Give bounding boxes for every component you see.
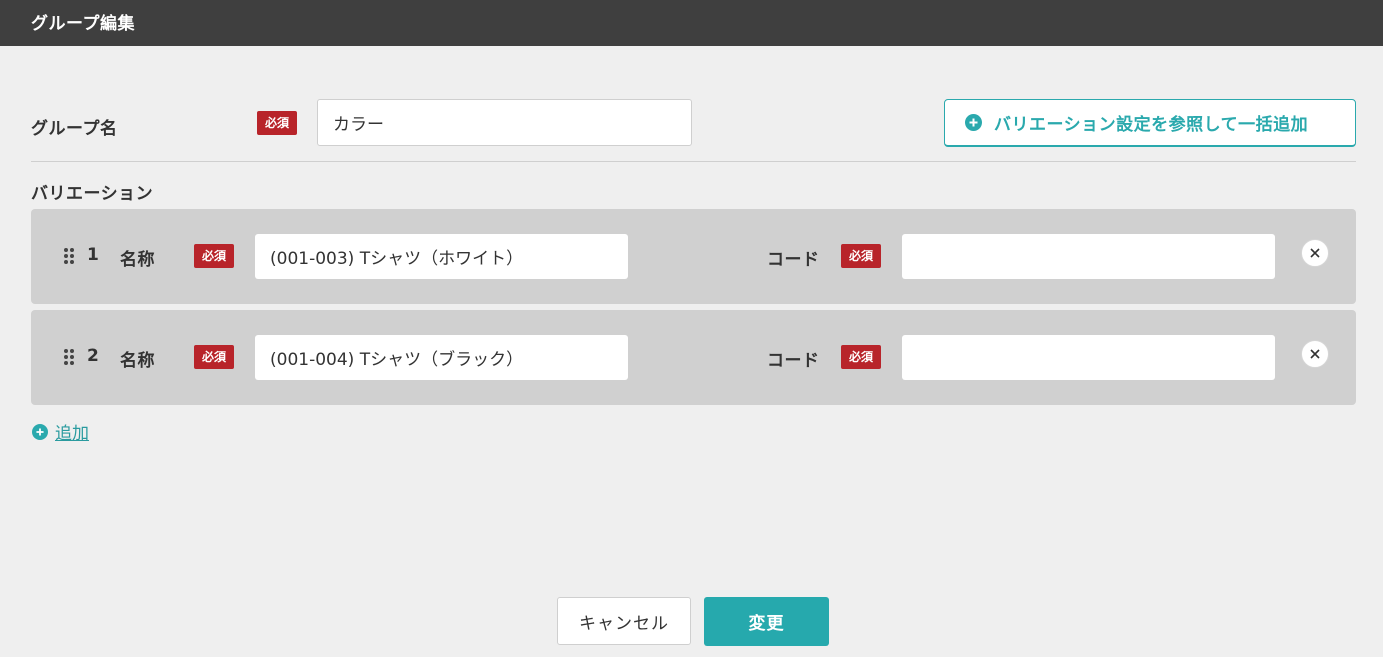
variation-code-input[interactable] [902, 335, 1275, 380]
drag-handle-icon[interactable] [63, 348, 75, 366]
section-divider [31, 161, 1356, 162]
name-label: 名称 [120, 250, 155, 270]
add-variation-label: 追加 [55, 424, 89, 444]
name-label: 名称 [120, 351, 155, 371]
submit-button[interactable]: 変更 [704, 597, 829, 646]
variation-row: 1 名称 必須 (001-003) Tシャツ（ホワイト） コード 必須 [31, 209, 1356, 304]
bulk-add-label: バリエーション設定を参照して一括追加 [994, 115, 1309, 135]
code-label: コード [767, 250, 820, 270]
required-badge: 必須 [194, 345, 234, 369]
group-name-input[interactable]: カラー [317, 99, 692, 146]
required-badge: 必須 [257, 111, 297, 135]
variation-name-input[interactable]: (001-003) Tシャツ（ホワイト） [255, 234, 628, 279]
remove-row-button[interactable] [1301, 239, 1329, 267]
code-label: コード [767, 351, 820, 371]
add-variation-link[interactable]: 追加 [32, 419, 89, 444]
dialog-header: グループ編集 [0, 0, 1383, 46]
row-index: 1 [87, 245, 99, 265]
drag-handle-icon[interactable] [63, 247, 75, 265]
remove-row-button[interactable] [1301, 340, 1329, 368]
required-badge: 必須 [841, 244, 881, 268]
group-name-label: グループ名 [31, 119, 118, 139]
plus-circle-icon [32, 423, 48, 440]
required-badge: 必須 [194, 244, 234, 268]
variation-code-input[interactable] [902, 234, 1275, 279]
close-icon [1310, 349, 1320, 359]
close-icon [1310, 248, 1320, 258]
cancel-button[interactable]: キャンセル [557, 597, 691, 645]
plus-circle-icon [965, 114, 982, 131]
bulk-add-variations-button[interactable]: バリエーション設定を参照して一括追加 [944, 99, 1356, 147]
variation-row: 2 名称 必須 (001-004) Tシャツ（ブラック） コード 必須 [31, 310, 1356, 405]
dialog-title: グループ編集 [31, 14, 135, 34]
variation-name-input[interactable]: (001-004) Tシャツ（ブラック） [255, 335, 628, 380]
required-badge: 必須 [841, 345, 881, 369]
variations-section-label: バリエーション [31, 184, 154, 204]
row-index: 2 [87, 346, 99, 366]
